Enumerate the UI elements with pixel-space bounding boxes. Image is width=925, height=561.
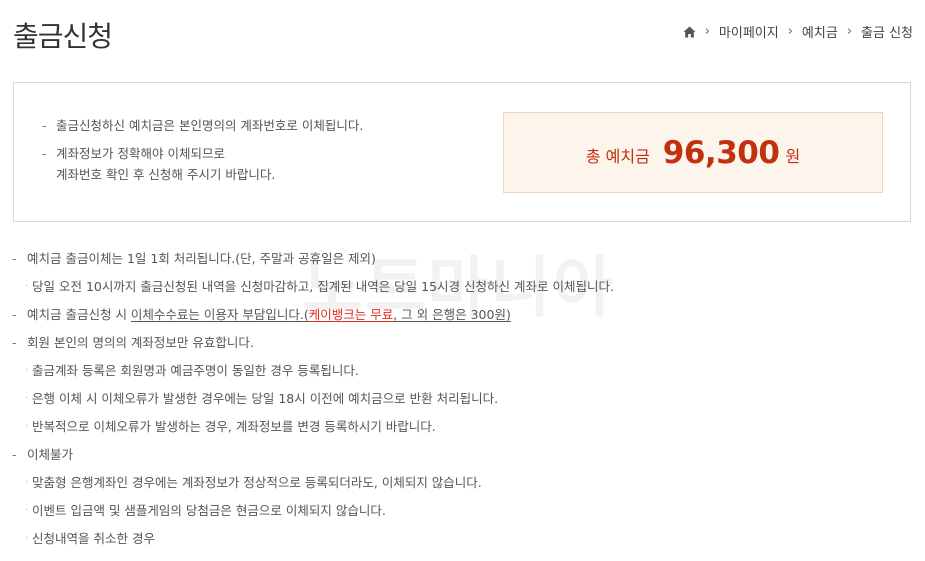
breadcrumb-item-withdraw[interactable]: 출금 신청 (861, 22, 913, 41)
breadcrumb: › 마이페이지 › 예치금 › 출금 신청 (683, 22, 913, 41)
deposit-unit: 원 (785, 146, 801, 166)
list-item: - 출금신청하신 예치금은 본인명의의 계좌번호로 이체됩니다. (42, 118, 364, 133)
rules-list: - 예치금 출금이체는 1일 1회 처리됩니다.(단, 주말과 공휴일은 제외) … (12, 249, 614, 557)
list-item: · 출금계좌 등록은 회원명과 예금주명이 동일한 경우 등록됩니다. (25, 363, 359, 378)
deposit-total-panel: 총 예치금 96,300 원 (503, 112, 883, 193)
deposit-label: 총 예치금 (585, 146, 650, 166)
list-item: - 회원 본인의 명의의 계좌정보만 유효합니다. (12, 335, 254, 350)
breadcrumb-item-deposit[interactable]: 예치금 (802, 22, 838, 41)
list-item: · 이벤트 입금액 및 샘플게임의 당첨금은 현금으로 이체되지 않습니다. (25, 503, 386, 518)
chevron-right-icon: › (787, 24, 793, 39)
summary-box: - 출금신청하신 예치금은 본인명의의 계좌번호로 이체됩니다. - 계좌정보가… (13, 82, 911, 222)
list-item: - 예치금 출금이체는 1일 1회 처리됩니다.(단, 주말과 공휴일은 제외) (12, 251, 376, 266)
deposit-amount: 96,300 (662, 134, 780, 171)
list-item: · 신청내역을 취소한 경우 (25, 531, 155, 546)
list-item: - 계좌정보가 정확해야 이체되므로 계좌번호 확인 후 신청해 주시기 바랍니… (42, 146, 276, 182)
list-item: - 이체불가 (12, 447, 74, 462)
list-item: · 당일 오전 10시까지 출금신청된 내역을 신청마감하고, 집계된 내역은 당… (25, 279, 614, 294)
breadcrumb-item-mypage[interactable]: 마이페이지 (719, 22, 779, 41)
fee-notice: 이체수수료는 이용자 부담입니다. (130, 307, 304, 322)
chevron-right-icon: › (846, 24, 853, 39)
kbank-free-notice: 케이뱅크는 무료 (308, 307, 394, 322)
notice-list: - 출금신청하신 예치금은 본인명의의 계좌번호로 이체됩니다. - 계좌정보가… (42, 115, 363, 192)
list-item: - 예치금 출금신청 시 이체수수료는 이용자 부담입니다.(케이뱅크는 무료,… (12, 307, 511, 322)
list-item: · 반복적으로 이체오류가 발생하는 경우, 계좌정보를 변경 등록하시기 바랍니… (25, 419, 436, 434)
chevron-right-icon: › (704, 24, 710, 39)
list-item: · 맞춤형 은행계좌인 경우에는 계좌정보가 정상적으로 등록되더라도, 이체되지… (25, 475, 482, 490)
page-title: 출금신청 (13, 20, 113, 53)
home-icon[interactable] (683, 26, 696, 38)
list-item: · 은행 이체 시 이체오류가 발생한 경우에는 당일 18시 이전에 예치금으로… (25, 391, 499, 406)
